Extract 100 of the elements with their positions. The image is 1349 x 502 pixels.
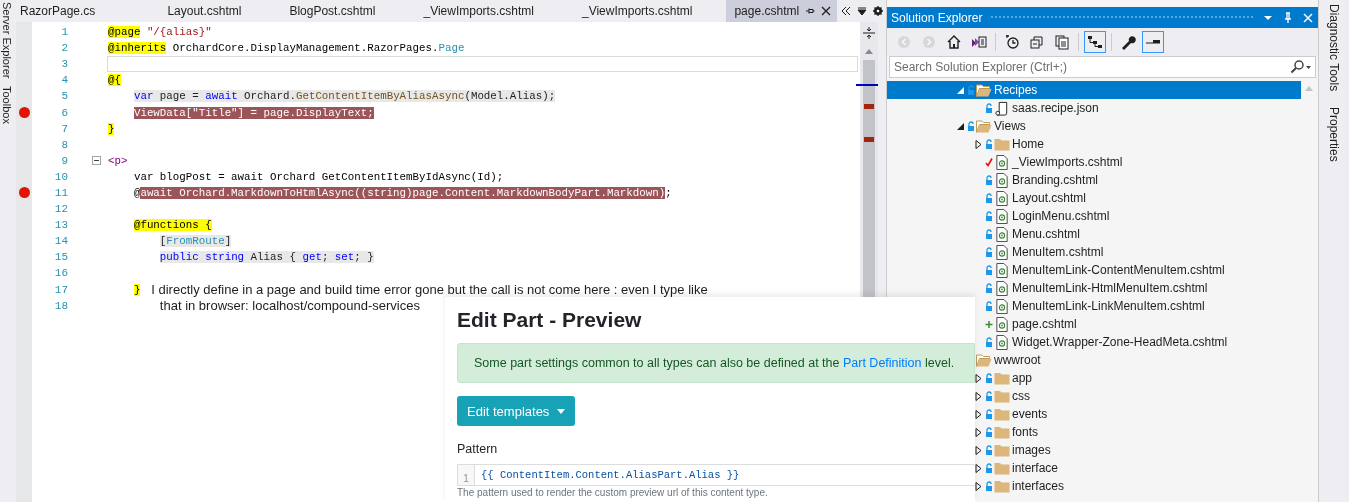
preview-button[interactable] <box>1142 31 1164 53</box>
tree-item[interactable]: Home <box>887 135 1301 153</box>
line-number: 12 <box>53 203 68 216</box>
line-number: 1 <box>458 465 475 485</box>
code-token: set <box>334 251 355 264</box>
expanded-arrow-icon[interactable] <box>956 121 965 131</box>
tree-item[interactable]: events <box>887 405 1301 423</box>
folder-icon <box>994 424 1010 440</box>
razor-file-icon <box>994 298 1010 314</box>
line-number: 11 <box>53 187 68 199</box>
double-chevron-left-icon[interactable] <box>841 6 852 16</box>
split-icon[interactable] <box>862 26 876 40</box>
comment-text: I directly define in a page and build time error gone but the call is not come here : even I type like <box>150 282 708 298</box>
pattern-value: {{ ContentItem.Content.AliasPart.Alias }} <box>480 468 740 483</box>
collapsed-arrow-icon[interactable] <box>974 481 983 491</box>
tree-item[interactable]: MenuItemLink-ContentMenuItem.cshtml <box>887 261 1301 279</box>
razor-file-icon <box>994 316 1010 332</box>
scroll-file-icon <box>994 100 1010 116</box>
tree-item[interactable]: Layout.cshtml <box>887 189 1301 207</box>
file-tab[interactable]: page.cshtml <box>726 0 838 22</box>
razor-file-icon <box>994 226 1010 242</box>
search-icon[interactable] <box>1290 60 1312 74</box>
line-number: 17 <box>53 283 68 296</box>
razor-file-icon <box>994 334 1010 350</box>
open-folder-icon <box>976 352 992 368</box>
comment-text: that in browser: localhost/compound-services <box>159 298 420 314</box>
file-tab[interactable]: RazorPage.cs <box>16 0 118 22</box>
tree-item[interactable]: Menu.cshtml <box>887 225 1301 243</box>
code-token: get <box>302 251 322 264</box>
razor-file-icon <box>994 190 1010 206</box>
code-token: [ <box>159 235 167 248</box>
tree-item[interactable]: MenuItemLink-LinkMenuItem.cshtml <box>887 297 1301 315</box>
side-panel-tab[interactable]: Server Explorer <box>1 2 13 79</box>
forward-icon <box>921 34 937 50</box>
file-tab[interactable]: _ViewImports.cshtml <box>401 0 556 22</box>
breakpoint-marker <box>864 137 874 142</box>
page-heading: Edit Part - Preview <box>457 307 643 333</box>
field-label: Pattern <box>457 441 499 458</box>
pattern-editor-field[interactable]: 1 {{ ContentItem.Content.AliasPart.Alias }} <box>457 464 975 486</box>
code-token: FromRoute <box>166 235 225 248</box>
collapsed-arrow-icon[interactable] <box>974 391 983 401</box>
collapsed-arrow-icon[interactable] <box>974 463 983 473</box>
side-panel-tab[interactable]: Properties <box>1327 107 1341 162</box>
collapsed-arrow-icon[interactable] <box>974 427 983 437</box>
collapsed-arrow-icon[interactable] <box>974 373 983 383</box>
line-number: 7 <box>60 122 68 135</box>
tree-item[interactable]: Views <box>887 117 1301 135</box>
code-token: OrchardCore.DisplayManagement.RazorPages. <box>171 42 439 55</box>
folder-icon <box>994 442 1010 458</box>
file-tab[interactable]: Layout.cshtml <box>145 0 264 22</box>
switch-views-icon <box>971 34 987 50</box>
breakpoint-icon[interactable] <box>18 107 30 118</box>
line-number: 16 <box>53 267 68 280</box>
tree-item[interactable]: MenuItemLink-HtmlMenuItem.cshtml <box>887 279 1301 297</box>
panel-title: Solution Explorer <box>891 10 983 25</box>
tree-item[interactable]: Recipes <box>887 81 1301 99</box>
line-number: 9 <box>60 154 68 167</box>
scroll-up-arrow-icon[interactable] <box>865 49 873 54</box>
tree-item[interactable]: LoginMenu.cshtml <box>887 207 1301 225</box>
settings-icon[interactable] <box>873 6 884 16</box>
collapsed-arrow-icon[interactable] <box>974 445 983 455</box>
tree-item[interactable]: css <box>887 387 1301 405</box>
line-number: 4 <box>60 74 68 87</box>
collapse-icon[interactable] <box>91 156 101 166</box>
tree-item[interactable]: page.cshtml <box>887 315 1301 333</box>
folder-icon <box>994 478 1010 494</box>
code-token: ; } <box>354 251 374 264</box>
breakpoint-icon[interactable] <box>18 187 30 199</box>
collapsed-arrow-icon[interactable] <box>974 139 983 149</box>
collapsed-arrow-icon[interactable] <box>974 409 983 419</box>
code-token: (Model.Alias); <box>464 90 556 103</box>
file-tab[interactable]: _ViewImports.cshtml <box>559 0 715 22</box>
line-number: 15 <box>53 251 68 264</box>
tree-item[interactable]: saas.recipe.json <box>887 99 1301 117</box>
tree-item[interactable]: images <box>887 441 1301 459</box>
side-panel-tab[interactable]: Toolbox <box>1 86 13 125</box>
tree-item[interactable]: MenuItem.cshtml <box>887 243 1301 261</box>
dropdown-icon[interactable] <box>857 6 868 16</box>
code-token: Page <box>438 42 465 55</box>
close-icon[interactable] <box>821 6 832 16</box>
code-token: Orchard. <box>237 90 296 103</box>
code-token: <p> <box>108 154 128 167</box>
pin-icon[interactable] <box>805 6 816 16</box>
tree-item[interactable]: fonts <box>887 423 1301 441</box>
tree-item[interactable]: Branding.cshtml <box>887 171 1301 189</box>
back-icon <box>896 34 912 50</box>
sync-button[interactable] <box>1084 31 1106 53</box>
line-number: 5 <box>60 90 68 103</box>
code-token: var blogPost = await Orchard GetContentItemByIdAsync(Id); <box>133 170 504 183</box>
file-tab[interactable]: BlogPost.cshtml <box>267 0 398 22</box>
code-token: page = <box>153 90 206 103</box>
search-field[interactable]: Search Solution Explorer (Ctrl+;) <box>889 56 1316 78</box>
sync-icon <box>1087 34 1103 50</box>
code-token: await <box>205 90 238 103</box>
tree-item[interactable]: _ViewImports.cshtml <box>887 153 1301 171</box>
line-number: 14 <box>53 235 68 248</box>
code-token: await Orchard.MarkdownToHtmlAsync((string)page.Content.MarkdownBodyPart.Markdown) <box>140 187 666 199</box>
side-panel-tab[interactable]: Diagnostic Tools <box>1327 4 1341 92</box>
razor-file-icon <box>994 172 1010 188</box>
line-number: 13 <box>53 219 68 232</box>
